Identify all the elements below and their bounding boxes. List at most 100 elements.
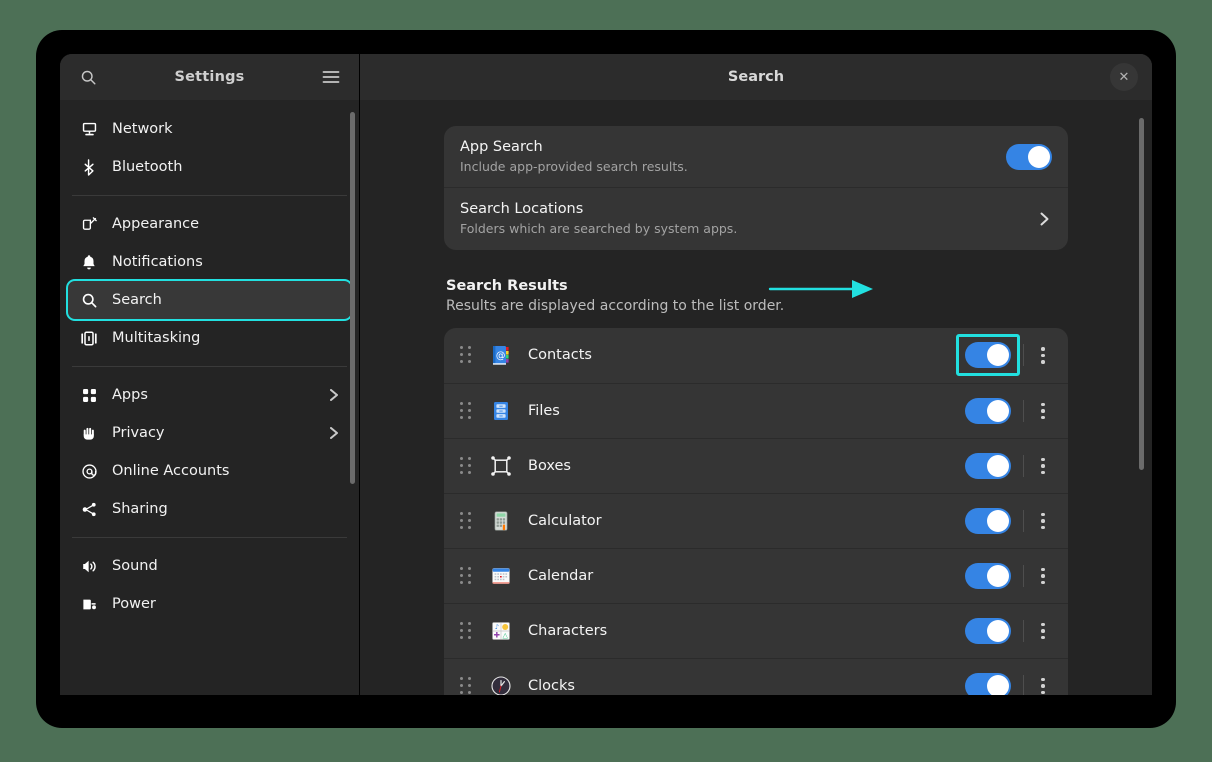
list-item[interactable]: @ Contacts — [444, 328, 1068, 383]
sidebar-header: Settings — [60, 54, 359, 100]
sidebar-item-sharing[interactable]: Sharing — [68, 490, 351, 528]
characters-toggle-wrap — [965, 618, 1011, 644]
search-icon — [80, 291, 98, 309]
sidebar-item-multitasking[interactable]: Multitasking — [68, 319, 351, 357]
hand-privacy-icon — [80, 424, 98, 442]
clocks-toggle-wrap — [965, 673, 1011, 695]
sidebar-item-power[interactable]: Power — [68, 585, 351, 623]
sidebar-title: Settings — [60, 69, 359, 85]
drag-handle-icon[interactable] — [460, 622, 474, 640]
sidebar-item-label: Sharing — [112, 501, 341, 517]
bell-icon — [80, 253, 98, 271]
search-preferences-card: App Search Include app-provided search r… — [444, 126, 1068, 250]
boxes-toggle[interactable] — [965, 453, 1011, 479]
sidebar-item-privacy[interactable]: Privacy — [68, 414, 351, 452]
sidebar-item-label: Bluetooth — [112, 159, 341, 175]
sidebar-item-label: Notifications — [112, 254, 341, 270]
kebab-menu-icon[interactable] — [1032, 561, 1054, 591]
power-plug-icon — [80, 595, 98, 613]
sidebar-group: Network Bluetooth — [60, 110, 359, 186]
contacts-app-icon: @ — [490, 344, 512, 366]
bluetooth-icon — [80, 158, 98, 176]
divider — [1023, 510, 1024, 532]
app-search-toggle[interactable] — [1006, 144, 1052, 170]
boxes-app-icon — [490, 455, 512, 477]
sidebar-item-search[interactable]: Search — [68, 281, 351, 319]
drag-handle-icon[interactable] — [460, 402, 474, 420]
calculator-toggle[interactable] — [965, 508, 1011, 534]
app-name: Calculator — [528, 513, 965, 529]
sidebar-divider — [72, 366, 347, 367]
close-icon[interactable]: ✕ — [1110, 63, 1138, 91]
list-item[interactable]: Files — [444, 383, 1068, 438]
sidebar-item-label: Search — [112, 292, 341, 308]
divider — [1023, 455, 1024, 477]
search-locations-row[interactable]: Search Locations Folders which are searc… — [444, 187, 1068, 249]
contacts-toggle[interactable] — [965, 342, 1011, 368]
characters-toggle[interactable] — [965, 618, 1011, 644]
drag-handle-icon[interactable] — [460, 567, 474, 585]
row-subtitle: Include app-provided search results. — [460, 159, 1006, 176]
hamburger-menu-icon[interactable] — [317, 63, 345, 91]
sidebar-divider — [72, 537, 347, 538]
calendar-toggle-wrap — [965, 563, 1011, 589]
drag-handle-icon[interactable] — [460, 346, 474, 364]
sidebar-item-label: Multitasking — [112, 330, 341, 346]
sidebar-scroll-area: Network Bluetooth — [60, 100, 359, 695]
sidebar-item-online-accounts[interactable]: Online Accounts — [68, 452, 351, 490]
sidebar-item-label: Power — [112, 596, 341, 612]
section-description: Results are displayed according to the l… — [446, 298, 1066, 314]
boxes-toggle-wrap — [965, 453, 1011, 479]
clocks-app-icon — [490, 675, 512, 695]
app-name: Calendar — [528, 568, 965, 584]
sidebar-item-sound[interactable]: Sound — [68, 547, 351, 585]
drag-handle-icon[interactable] — [460, 677, 474, 695]
settings-window: Settings Net — [60, 54, 1152, 695]
sidebar-group: Apps — [60, 376, 359, 528]
app-name: Boxes — [528, 458, 965, 474]
appearance-icon — [80, 215, 98, 233]
kebab-menu-icon[interactable] — [1032, 451, 1054, 481]
sidebar-item-apps[interactable]: Apps — [68, 376, 351, 414]
kebab-menu-icon[interactable] — [1032, 506, 1054, 536]
sidebar-scrollbar[interactable] — [350, 112, 355, 484]
clocks-toggle[interactable] — [965, 673, 1011, 695]
chevron-right-icon — [1036, 211, 1052, 227]
list-item[interactable]: Clocks — [444, 658, 1068, 695]
files-app-icon — [490, 400, 512, 422]
sidebar-item-bluetooth[interactable]: Bluetooth — [68, 148, 351, 186]
svg-text:@: @ — [496, 351, 506, 362]
app-name: Characters — [528, 623, 965, 639]
list-item[interactable]: Calculator — [444, 493, 1068, 548]
sidebar-item-appearance[interactable]: Appearance — [68, 205, 351, 243]
drag-handle-icon[interactable] — [460, 457, 474, 475]
app-search-row[interactable]: App Search Include app-provided search r… — [444, 126, 1068, 187]
contacts-toggle-wrap — [965, 342, 1011, 368]
kebab-menu-icon[interactable] — [1032, 340, 1054, 370]
files-toggle[interactable] — [965, 398, 1011, 424]
app-name: Clocks — [528, 678, 965, 694]
main-scrollbar[interactable] — [1139, 118, 1144, 470]
kebab-menu-icon[interactable] — [1032, 396, 1054, 426]
search-icon[interactable] — [74, 63, 102, 91]
list-item[interactable]: ♪ ✚ △ Characters — [444, 603, 1068, 658]
chevron-right-icon — [327, 388, 341, 402]
calendar-toggle[interactable] — [965, 563, 1011, 589]
sidebar-item-notifications[interactable]: Notifications — [68, 243, 351, 281]
files-toggle-wrap — [965, 398, 1011, 424]
kebab-menu-icon[interactable] — [1032, 616, 1054, 646]
app-name: Contacts — [528, 347, 965, 363]
row-title: Search Locations — [460, 200, 1026, 220]
share-nodes-icon — [80, 500, 98, 518]
divider — [1023, 400, 1024, 422]
row-title: App Search — [460, 138, 1006, 158]
list-item[interactable]: Calendar — [444, 548, 1068, 603]
row-subtitle: Folders which are searched by system app… — [460, 221, 1026, 238]
sidebar-item-label: Network — [112, 121, 341, 137]
divider — [1023, 565, 1024, 587]
sidebar-item-network[interactable]: Network — [68, 110, 351, 148]
main-scroll-area: App Search Include app-provided search r… — [360, 100, 1152, 695]
list-item[interactable]: Boxes — [444, 438, 1068, 493]
drag-handle-icon[interactable] — [460, 512, 474, 530]
kebab-menu-icon[interactable] — [1032, 671, 1054, 695]
